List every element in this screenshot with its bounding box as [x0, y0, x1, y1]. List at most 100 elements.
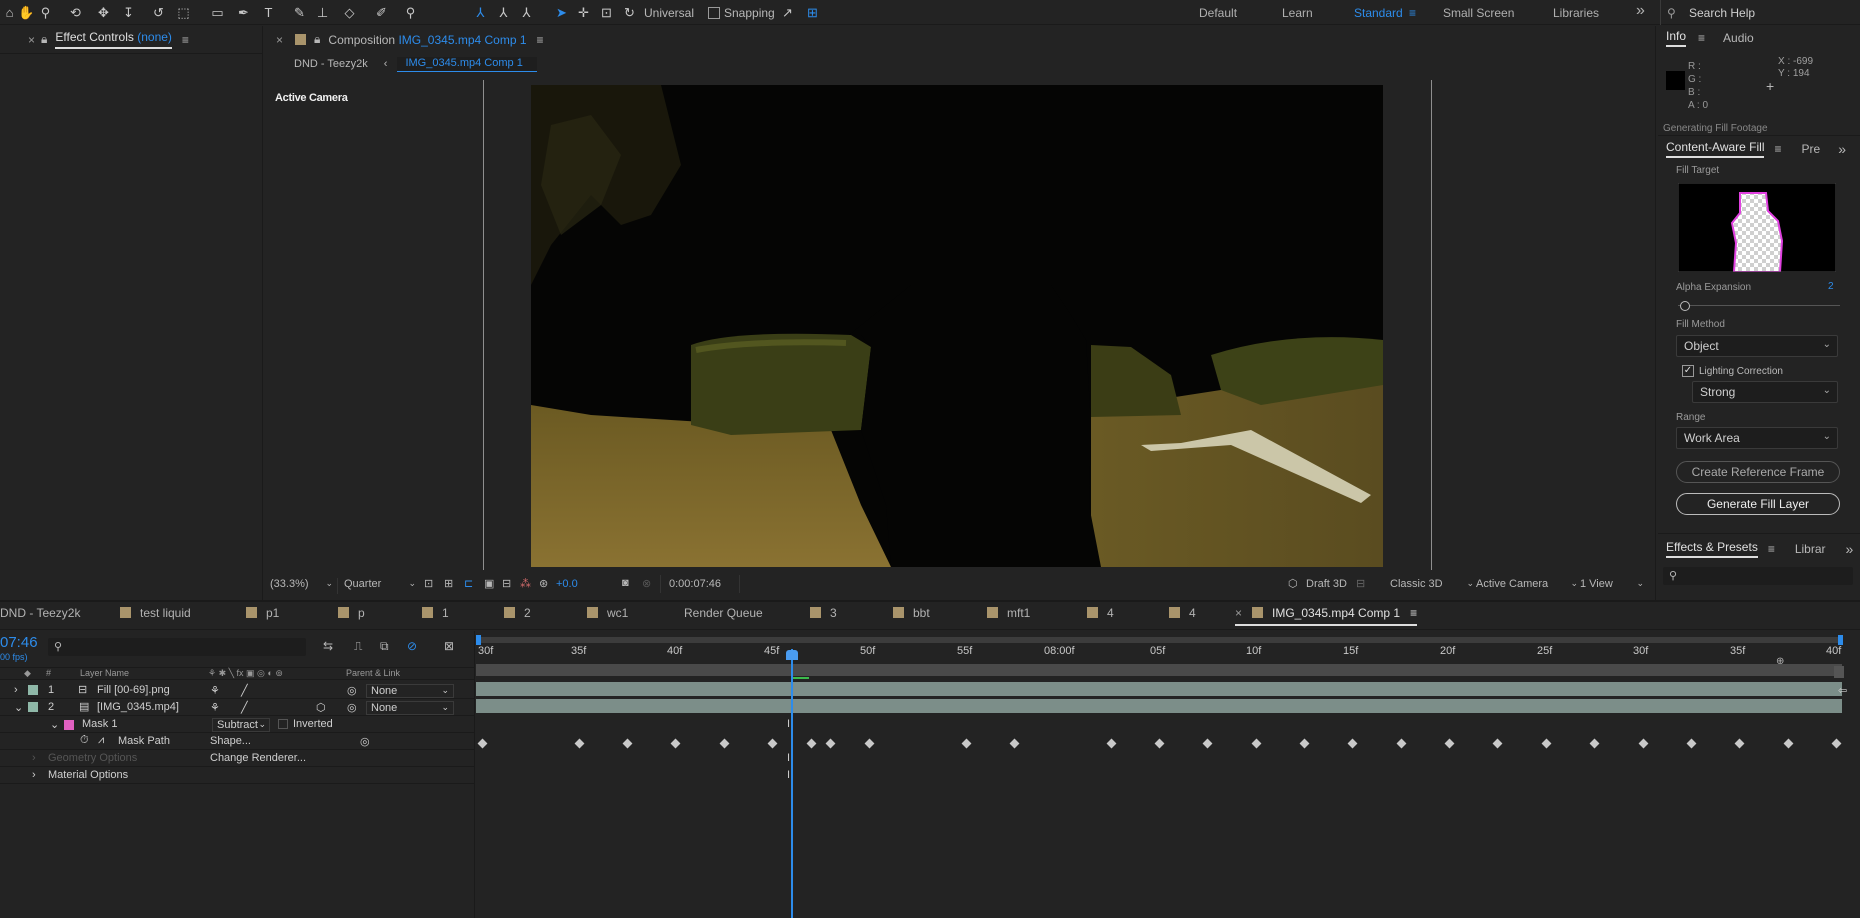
- magnification-dropdown[interactable]: (33.3%) ⌄: [270, 578, 338, 594]
- local-axis-icon[interactable]: ⅄: [471, 3, 490, 22]
- close-icon[interactable]: ×: [276, 33, 283, 47]
- layer-name-header[interactable]: Layer Name: [80, 668, 129, 678]
- renderer-dropdown[interactable]: Classic 3D ⌄: [1390, 578, 1474, 590]
- exposure-value[interactable]: +0.0: [556, 578, 578, 590]
- workspace-default[interactable]: Default: [1199, 6, 1237, 20]
- lock-icon[interactable]: 🔒︎: [314, 32, 320, 47]
- type-tool-icon[interactable]: T: [259, 3, 278, 22]
- layer-name[interactable]: Fill [00-69].png: [97, 684, 170, 696]
- inverted-checkbox[interactable]: [278, 719, 288, 729]
- collapse-arrow-icon[interactable]: ⌄: [50, 718, 59, 731]
- view-axis-icon[interactable]: ⅄: [517, 3, 536, 22]
- pan-camera-icon[interactable]: ✥: [94, 3, 113, 22]
- timeline-tab[interactable]: 4: [1169, 606, 1196, 620]
- lock-icon[interactable]: 🔒︎: [41, 32, 47, 47]
- panel-menu-icon[interactable]: ≡: [1768, 542, 1775, 556]
- work-area-bar[interactable]: [476, 664, 1842, 676]
- comp-button-icon[interactable]: ⇦: [1838, 684, 1847, 697]
- quality-switch-icon[interactable]: ╱: [241, 684, 248, 697]
- expand-arrow-icon[interactable]: ›: [14, 684, 18, 696]
- layer-row[interactable]: ⌄ 2 ▤ [IMG_0345.mp4] ⚘ ╱ ⬡ ◎ None ⌄: [0, 699, 474, 716]
- mask-mode-dropdown[interactable]: Subtract ⌄: [212, 718, 270, 732]
- playhead-line[interactable]: [791, 649, 793, 918]
- orbit-camera-icon[interactable]: ⟲: [66, 3, 85, 22]
- region-of-interest-icon[interactable]: ▣: [484, 577, 494, 590]
- breadcrumb-root[interactable]: DND - Teezy2k: [294, 58, 368, 70]
- show-snapshot-icon[interactable]: ⊗: [642, 577, 651, 590]
- pickwhip-icon[interactable]: ◎: [360, 735, 370, 748]
- layer-bar[interactable]: [476, 699, 1842, 713]
- clone-stamp-icon[interactable]: ⊥: [313, 3, 332, 22]
- lighting-correction-checkbox[interactable]: ✓: [1682, 365, 1694, 377]
- workspace-learn[interactable]: Learn: [1282, 6, 1313, 20]
- workspace-standard[interactable]: Standard: [1354, 6, 1403, 20]
- comp-mini-flowchart-icon[interactable]: ⇆: [323, 639, 333, 653]
- timeline-tab[interactable]: test liquid: [120, 606, 191, 620]
- generate-fill-layer-button[interactable]: Generate Fill Layer: [1676, 493, 1840, 515]
- timeline-tab[interactable]: wc1: [587, 606, 628, 620]
- collapse-arrow-icon[interactable]: ⌄: [14, 701, 23, 714]
- timeline-tab[interactable]: 3: [810, 606, 837, 620]
- workspace-libraries[interactable]: Libraries: [1553, 6, 1599, 20]
- alpha-expansion-slider-handle[interactable]: [1680, 301, 1690, 311]
- snapshot-icon[interactable]: ◙: [622, 577, 629, 589]
- timeline-tab[interactable]: mft1: [987, 606, 1030, 620]
- effect-controls-tab[interactable]: Effect Controls (none): [55, 30, 172, 49]
- timeline-tab[interactable]: p: [338, 606, 365, 620]
- info-tab[interactable]: Info: [1666, 29, 1687, 47]
- pen-tool-icon[interactable]: ✒: [234, 3, 253, 22]
- mask-shape-link[interactable]: Shape...: [210, 735, 251, 747]
- resolution-dropdown[interactable]: Quarter ⌄: [344, 578, 418, 594]
- timeline-tab[interactable]: p1: [246, 606, 279, 620]
- view-layout-dropdown[interactable]: 1 View ⌄: [1580, 578, 1644, 590]
- pan-behind-icon[interactable]: ⬚: [174, 3, 193, 22]
- libraries-tab[interactable]: Librar: [1795, 542, 1826, 556]
- rotate-tool-icon[interactable]: ↺: [149, 3, 168, 22]
- layer-row[interactable]: › 1 ⊟ Fill [00-69].png ⚘ ╱ ◎ None ⌄: [0, 682, 474, 699]
- mask-name[interactable]: Mask 1: [82, 718, 117, 730]
- lighting-strength-dropdown[interactable]: Strong ⌄: [1692, 381, 1838, 403]
- 3d-layer-icon[interactable]: ⬡: [316, 701, 326, 714]
- puppet-pin-icon[interactable]: ⚲: [401, 3, 420, 22]
- timeline-tab[interactable]: 2: [504, 606, 531, 620]
- parent-dropdown[interactable]: None ⌄: [366, 684, 454, 698]
- graph-icon[interactable]: ⩘: [98, 734, 104, 747]
- panel-menu-icon[interactable]: ≡: [537, 33, 544, 47]
- grid-guides-icon[interactable]: ⊟: [502, 577, 511, 590]
- snapping-checkbox[interactable]: [708, 7, 720, 19]
- transparency-grid-icon[interactable]: ⊞: [444, 577, 453, 590]
- layer-bar[interactable]: [476, 682, 1842, 696]
- camera-view-dropdown[interactable]: Active Camera ⌄: [1476, 578, 1578, 590]
- fast-previews-icon[interactable]: ⊡: [424, 577, 433, 590]
- navigator-start-handle[interactable]: [476, 635, 481, 645]
- composition-viewer[interactable]: Active Camera: [264, 78, 1654, 570]
- shy-switch-icon[interactable]: ⚘: [210, 684, 220, 697]
- content-aware-fill-tab[interactable]: Content-Aware Fill: [1666, 140, 1765, 158]
- brush-tool-icon[interactable]: ✎: [290, 3, 309, 22]
- timeline-tab[interactable]: DND - Teezy2k: [0, 606, 80, 620]
- overflow-icon[interactable]: »: [1846, 541, 1854, 557]
- timeline-tab[interactable]: Render Queue: [684, 606, 763, 620]
- workspace-menu-icon[interactable]: ≡: [1409, 6, 1416, 20]
- panel-menu-icon[interactable]: ≡: [1774, 142, 1781, 156]
- playhead-handle[interactable]: [786, 650, 798, 660]
- layer-label-color[interactable]: [28, 702, 38, 712]
- rotate-3d-icon[interactable]: ↻: [620, 3, 639, 22]
- effects-search-input[interactable]: ⚲: [1663, 567, 1853, 585]
- timeline-search-input[interactable]: ⚲: [48, 638, 306, 656]
- motion-blur-icon[interactable]: ⊘: [407, 639, 417, 653]
- timeline-tab[interactable]: 1: [422, 606, 449, 620]
- hand-tool-icon[interactable]: ✋: [17, 3, 36, 22]
- move-tool-icon[interactable]: ✛: [574, 3, 593, 22]
- shy-switch-icon[interactable]: ⚘: [210, 701, 220, 714]
- selection-tool-icon[interactable]: ➤: [552, 3, 571, 22]
- alpha-expansion-value[interactable]: 2: [1828, 281, 1834, 292]
- hide-shy-icon[interactable]: ⧉: [380, 639, 389, 654]
- mask-row[interactable]: ⌄ Mask 1 Subtract ⌄ Inverted: [0, 716, 474, 733]
- eraser-tool-icon[interactable]: ◇: [340, 3, 359, 22]
- color-management-icon[interactable]: ⊛: [539, 577, 548, 590]
- navigator-end-handle[interactable]: [1838, 635, 1843, 645]
- rectangle-tool-icon[interactable]: ▭: [208, 3, 227, 22]
- time-navigator[interactable]: [478, 637, 1842, 643]
- expand-arrow-icon[interactable]: ›: [32, 752, 36, 764]
